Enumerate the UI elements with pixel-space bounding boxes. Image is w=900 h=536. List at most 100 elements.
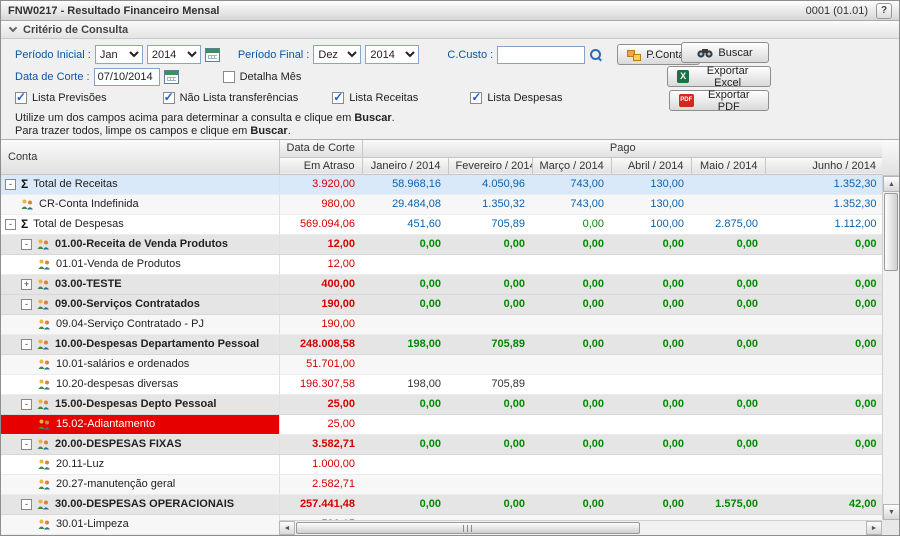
conta-cell[interactable]: 10.01-salários e ordenados — [1, 354, 279, 374]
scroll-down-icon[interactable]: ▼ — [883, 504, 900, 520]
amount-cell[interactable]: 0,00 — [765, 234, 884, 254]
amount-cell[interactable]: 0,00 — [691, 434, 765, 454]
em-atraso-cell[interactable]: 51.701,00 — [279, 354, 362, 374]
conta-cell[interactable]: -30.00-DESPESAS OPERACIONAIS — [1, 494, 279, 514]
table-row[interactable]: 15.02-Adiantamento25,00 — [1, 414, 884, 434]
amount-cell[interactable]: 0,00 — [691, 394, 765, 414]
table-row[interactable]: 20.27-manutenção geral2.582,71 — [1, 474, 884, 494]
amount-cell[interactable]: 2.875,00 — [691, 214, 765, 234]
amount-cell[interactable]: 198,00 — [362, 374, 448, 394]
amount-cell[interactable]: 0,00 — [532, 394, 611, 414]
amount-cell[interactable] — [765, 414, 884, 434]
column-header-month[interactable]: Junho / 2014 — [765, 157, 884, 174]
amount-cell[interactable]: 130,00 — [611, 174, 691, 194]
amount-cell[interactable] — [448, 254, 532, 274]
amount-cell[interactable]: 0,00 — [611, 274, 691, 294]
amount-cell[interactable]: 0,00 — [765, 274, 884, 294]
help-button[interactable]: ? — [876, 3, 892, 19]
conta-cell[interactable]: 20.27-manutenção geral — [1, 474, 279, 494]
checkbox-icon[interactable] — [332, 92, 344, 104]
amount-cell[interactable]: 0,00 — [362, 234, 448, 254]
em-atraso-cell[interactable]: 400,00 — [279, 274, 362, 294]
amount-cell[interactable]: 0,00 — [691, 234, 765, 254]
column-header-month[interactable]: Janeiro / 2014 — [362, 157, 448, 174]
em-atraso-cell[interactable]: 25,00 — [279, 394, 362, 414]
amount-cell[interactable]: 0,00 — [448, 234, 532, 254]
amount-cell[interactable]: 0,00 — [532, 214, 611, 234]
table-row[interactable]: 20.11-Luz1.000,00 — [1, 454, 884, 474]
collapse-icon[interactable]: - — [21, 239, 32, 250]
amount-cell[interactable]: 100,00 — [611, 214, 691, 234]
amount-cell[interactable] — [691, 354, 765, 374]
conta-cell[interactable]: +03.00-TESTE — [1, 274, 279, 294]
em-atraso-cell[interactable]: 569.094,06 — [279, 214, 362, 234]
conta-cell[interactable]: -ΣTotal de Receitas — [1, 174, 279, 194]
em-atraso-cell[interactable]: 257.441,48 — [279, 494, 362, 514]
amount-cell[interactable]: 0,00 — [362, 394, 448, 414]
vertical-scrollbar-thumb[interactable] — [884, 193, 898, 271]
amount-cell[interactable] — [691, 454, 765, 474]
amount-cell[interactable] — [765, 254, 884, 274]
table-row[interactable]: 01.01-Venda de Produtos12,00 — [1, 254, 884, 274]
amount-cell[interactable] — [611, 254, 691, 274]
periodo-inicial-year-select[interactable]: 2014 — [147, 45, 201, 64]
amount-cell[interactable] — [362, 414, 448, 434]
data-corte-input[interactable] — [94, 68, 160, 86]
amount-cell[interactable] — [611, 414, 691, 434]
amount-cell[interactable] — [611, 474, 691, 494]
amount-cell[interactable]: 1.575,00 — [691, 494, 765, 514]
amount-cell[interactable]: 0,00 — [362, 294, 448, 314]
em-atraso-cell[interactable]: 25,00 — [279, 414, 362, 434]
amount-cell[interactable]: 130,00 — [611, 194, 691, 214]
amount-cell[interactable]: 705,89 — [448, 334, 532, 354]
exportar-excel-button[interactable]: X Exportar Excel — [667, 66, 771, 87]
conta-cell[interactable]: -01.00-Receita de Venda Produtos — [1, 234, 279, 254]
table-row[interactable]: -09.00-Serviços Contratados190,000,000,0… — [1, 294, 884, 314]
exportar-pdf-button[interactable]: PDF Exportar PDF — [669, 90, 769, 111]
em-atraso-cell[interactable]: 2.582,71 — [279, 474, 362, 494]
table-row[interactable]: +03.00-TESTE400,000,000,000,000,000,000,… — [1, 274, 884, 294]
amount-cell[interactable]: 1.352,30 — [765, 174, 884, 194]
detalha-mes-checkbox[interactable]: Detalha Mês — [223, 71, 302, 83]
amount-cell[interactable] — [691, 314, 765, 334]
amount-cell[interactable] — [611, 454, 691, 474]
conta-cell[interactable]: -15.00-Despesas Depto Pessoal — [1, 394, 279, 414]
em-atraso-cell[interactable]: 190,00 — [279, 314, 362, 334]
amount-cell[interactable] — [448, 354, 532, 374]
amount-cell[interactable]: 0,00 — [691, 334, 765, 354]
conta-cell[interactable]: -20.00-DESPESAS FIXAS — [1, 434, 279, 454]
conta-cell[interactable]: 30.01-Limpeza — [1, 514, 279, 534]
column-header-month[interactable]: Abril / 2014 — [611, 157, 691, 174]
search-icon[interactable] — [589, 48, 603, 62]
checkbox-icon[interactable] — [15, 92, 27, 104]
amount-cell[interactable]: 0,00 — [532, 334, 611, 354]
collapse-chevron-icon[interactable] — [9, 24, 17, 32]
checkbox-icon[interactable] — [470, 92, 482, 104]
amount-cell[interactable] — [532, 474, 611, 494]
table-row[interactable]: 10.01-salários e ordenados51.701,00 — [1, 354, 884, 374]
amount-cell[interactable]: 0,00 — [448, 274, 532, 294]
amount-cell[interactable]: 0,00 — [362, 434, 448, 454]
amount-cell[interactable] — [611, 374, 691, 394]
amount-cell[interactable]: 743,00 — [532, 194, 611, 214]
amount-cell[interactable]: 0,00 — [611, 494, 691, 514]
amount-cell[interactable] — [765, 354, 884, 374]
conta-cell[interactable]: -09.00-Serviços Contratados — [1, 294, 279, 314]
amount-cell[interactable] — [611, 354, 691, 374]
amount-cell[interactable] — [765, 374, 884, 394]
table-row[interactable]: 09.04-Serviço Contratado - PJ190,00 — [1, 314, 884, 334]
amount-cell[interactable] — [532, 314, 611, 334]
amount-cell[interactable] — [448, 314, 532, 334]
amount-cell[interactable] — [611, 314, 691, 334]
amount-cell[interactable] — [765, 474, 884, 494]
horizontal-scrollbar[interactable]: ◄ ► — [279, 520, 882, 535]
column-header-month[interactable]: Maio / 2014 — [691, 157, 765, 174]
amount-cell[interactable]: 1.352,30 — [765, 194, 884, 214]
periodo-final-month-select[interactable]: Dez — [313, 45, 361, 64]
conta-cell[interactable]: 10.20-despesas diversas — [1, 374, 279, 394]
calendar-icon[interactable] — [164, 70, 179, 84]
table-row[interactable]: -01.00-Receita de Venda Produtos12,000,0… — [1, 234, 884, 254]
amount-cell[interactable] — [765, 314, 884, 334]
em-atraso-cell[interactable]: 248.008,58 — [279, 334, 362, 354]
table-row[interactable]: -15.00-Despesas Depto Pessoal25,000,000,… — [1, 394, 884, 414]
